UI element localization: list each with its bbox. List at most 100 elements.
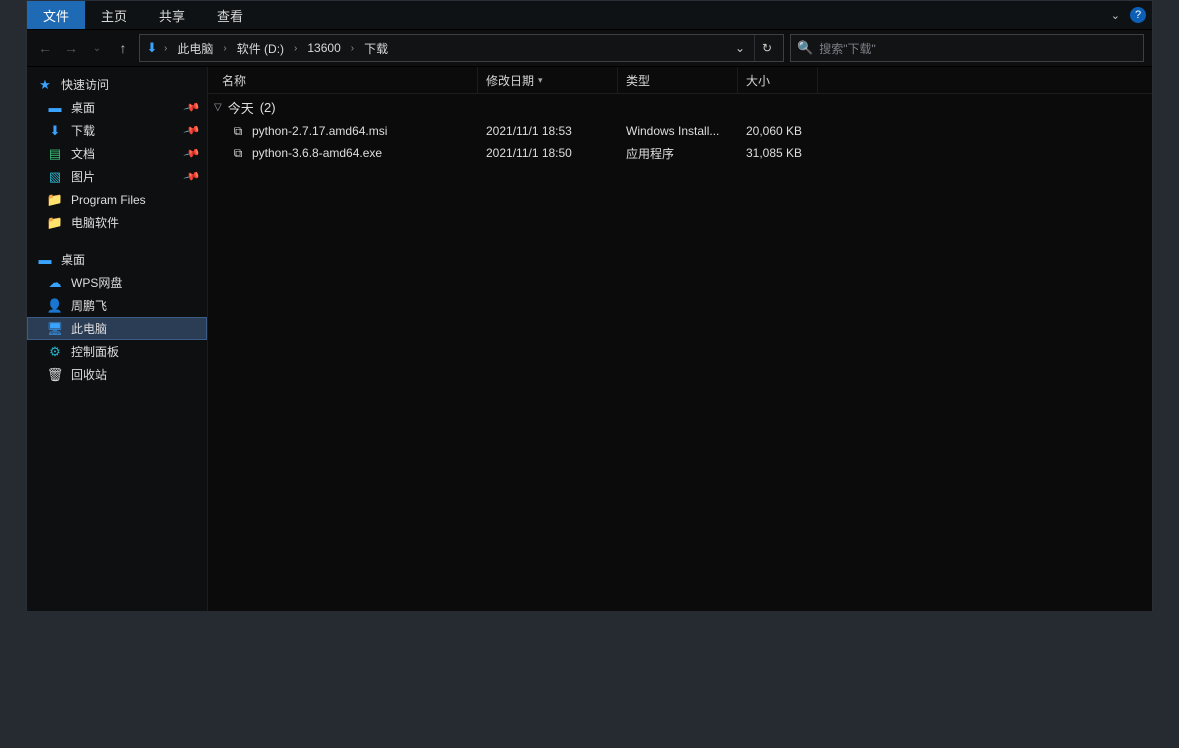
nav-quick-access[interactable]: ★ 快速访问	[27, 73, 207, 96]
nav-item[interactable]: ⚙ 控制面板	[27, 340, 207, 363]
content-pane: 名称 修改日期 ▾ 类型 大小 ▽ 今天 (2) ⧉	[208, 67, 1152, 611]
download-icon: ⬇	[47, 123, 63, 139]
ribbon-tab-home[interactable]: 主页	[85, 1, 143, 29]
download-folder-icon: ⬇	[144, 40, 160, 56]
nav-item[interactable]: ⬇ 下载 📌	[27, 119, 207, 142]
nav-item-label: 文档	[71, 145, 95, 162]
user-icon: 👤	[47, 298, 63, 314]
nav-item[interactable]: 👤 周鹏飞	[27, 294, 207, 317]
file-date: 2021/11/1 18:50	[478, 146, 618, 160]
breadcrumb-sep-icon: ›	[162, 43, 169, 54]
nav-item[interactable]: 🗑回收站	[27, 363, 207, 386]
ribbon-tab-view[interactable]: 查看	[201, 1, 259, 29]
nav-item[interactable]: ▧ 图片 📌	[27, 165, 207, 188]
group-header[interactable]: ▽ 今天 (2)	[208, 94, 1152, 120]
nav-item-label: 下载	[71, 122, 95, 139]
column-label: 类型	[626, 72, 650, 89]
nav-item[interactable]: ▬ 桌面 📌	[27, 96, 207, 119]
ribbon-bar: 文件 主页 共享 查看 ⌄ ?	[27, 1, 1152, 30]
cloud-icon: ☁	[47, 275, 63, 291]
panel-icon: ⚙	[47, 344, 63, 360]
pin-icon: 📌	[183, 144, 201, 162]
pin-icon: 📌	[183, 167, 201, 185]
file-explorer-window: 文件 主页 共享 查看 ⌄ ? ← → ⌄ ↑ ⬇ › 此电脑 › 软件 (D:…	[26, 0, 1153, 610]
file-type: 应用程序	[618, 145, 738, 162]
pc-icon: 🖥	[47, 321, 63, 337]
nav-item[interactable]: 📁 Program Files	[27, 188, 207, 211]
folder-icon: 📁	[47, 215, 63, 231]
column-header-size[interactable]: 大小	[738, 67, 818, 93]
star-icon: ★	[37, 77, 53, 93]
pin-icon: 📌	[183, 98, 201, 116]
nav-item[interactable]: ▤ 文档 📌	[27, 142, 207, 165]
file-name: python-2.7.17.amd64.msi	[252, 124, 387, 138]
file-row[interactable]: ⧉ python-2.7.17.amd64.msi 2021/11/1 18:53W…	[208, 120, 1152, 142]
nav-item[interactable]: 📁 电脑软件	[27, 211, 207, 234]
group-collapse-icon[interactable]: ▽	[214, 102, 222, 113]
ribbon-tab-file[interactable]: 文件	[27, 1, 85, 29]
nav-group-desktop: ▬ 桌面 ☁ WPS网盘 👤 周鹏飞 🖥 此电脑 ⚙ 控制面板 🗑回收站	[27, 248, 207, 386]
address-bar[interactable]: ⬇ › 此电脑 › 软件 (D:) › 13600 › 下载 ⌄ ↻	[139, 34, 784, 62]
file-size: 20,060 KB	[738, 124, 818, 138]
nav-item[interactable]: 🖥 此电脑	[27, 317, 207, 340]
trash-icon: 🗑	[47, 367, 63, 383]
file-size: 31,085 KB	[738, 146, 818, 160]
nav-item-label: Program Files	[71, 193, 146, 207]
breadcrumb-item[interactable]: 软件 (D:)	[231, 35, 290, 61]
search-box[interactable]: 🔍 搜索"下载"	[790, 34, 1144, 62]
pic-icon: ▧	[47, 169, 63, 185]
column-header-date[interactable]: 修改日期 ▾	[478, 67, 618, 93]
ribbon-tab-share[interactable]: 共享	[143, 1, 201, 29]
column-label: 大小	[746, 72, 770, 89]
nav-item[interactable]: ☁ WPS网盘	[27, 271, 207, 294]
nav-item-label: 图片	[71, 168, 95, 185]
nav-item-label: 周鹏飞	[71, 297, 107, 314]
column-header-name[interactable]: 名称	[208, 67, 478, 93]
sort-desc-icon: ▾	[538, 75, 543, 86]
breadcrumb-item[interactable]: 13600	[301, 35, 346, 61]
nav-item-label: WPS网盘	[71, 274, 122, 291]
nav-group-quick-access: ★ 快速访问 ▬ 桌面 📌 ⬇ 下载 📌 ▤ 文档 📌 ▧ 图片 📌 📁 Program Files 📁 电脑…	[27, 73, 207, 234]
file-type: Windows Install...	[618, 124, 738, 138]
breadcrumb-sep-icon: ›	[292, 43, 299, 54]
pin-icon: 📌	[183, 121, 201, 139]
file-date: 2021/11/1 18:53	[478, 124, 618, 138]
nav-item-label: 桌面	[71, 99, 95, 116]
search-icon: 🔍	[797, 40, 813, 56]
column-header-type[interactable]: 类型	[618, 67, 738, 93]
address-history-icon[interactable]: ⌄	[728, 35, 752, 61]
nav-desktop[interactable]: ▬ 桌面	[27, 248, 207, 271]
nav-item-label: 电脑软件	[71, 214, 119, 231]
breadcrumb-item[interactable]: 下载	[358, 35, 394, 61]
navigation-pane: ★ 快速访问 ▬ 桌面 📌 ⬇ 下载 📌 ▤ 文档 📌 ▧ 图片 📌 📁 Program Files 📁 电脑…	[27, 67, 208, 611]
nav-label: 桌面	[61, 251, 85, 268]
nav-forward-icon[interactable]: →	[61, 38, 81, 58]
file-list: ▽ 今天 (2) ⧉ python-2.7.17.amd64.msi 2021/11…	[208, 94, 1152, 611]
doc-icon: ▤	[47, 146, 63, 162]
nav-recent-icon[interactable]: ⌄	[87, 38, 107, 58]
nav-up-icon[interactable]: ↑	[113, 38, 133, 58]
file-row[interactable]: ⧉ python-3.6.8-amd64.exe 2021/11/1 18:50应用…	[208, 142, 1152, 164]
desktop-icon: ▬	[47, 100, 63, 116]
file-name: python-3.6.8-amd64.exe	[252, 146, 382, 160]
help-icon[interactable]: ?	[1130, 7, 1146, 23]
group-label: 今天	[228, 98, 254, 117]
column-headers: 名称 修改日期 ▾ 类型 大小	[208, 67, 1152, 94]
column-label: 修改日期	[486, 72, 534, 89]
nav-item-label: 控制面板	[71, 343, 119, 360]
nav-bar: ← → ⌄ ↑ ⬇ › 此电脑 › 软件 (D:) › 13600 › 下载 ⌄…	[27, 30, 1152, 67]
column-label: 名称	[222, 72, 246, 89]
desktop-icon: ▬	[37, 252, 53, 268]
file-icon: ⧉	[230, 145, 246, 161]
breadcrumb-sep-icon: ›	[221, 43, 228, 54]
file-icon: ⧉	[230, 123, 246, 139]
folder-icon: 📁	[47, 192, 63, 208]
ribbon-collapse-icon[interactable]: ⌄	[1111, 9, 1120, 22]
nav-back-icon[interactable]: ←	[35, 38, 55, 58]
refresh-icon[interactable]: ↻	[754, 35, 779, 61]
group-count: (2)	[260, 100, 276, 115]
nav-item-label: 此电脑	[71, 320, 107, 337]
search-placeholder: 搜索"下载"	[819, 40, 876, 57]
nav-label: 快速访问	[61, 76, 109, 93]
breadcrumb-item[interactable]: 此电脑	[171, 35, 219, 61]
